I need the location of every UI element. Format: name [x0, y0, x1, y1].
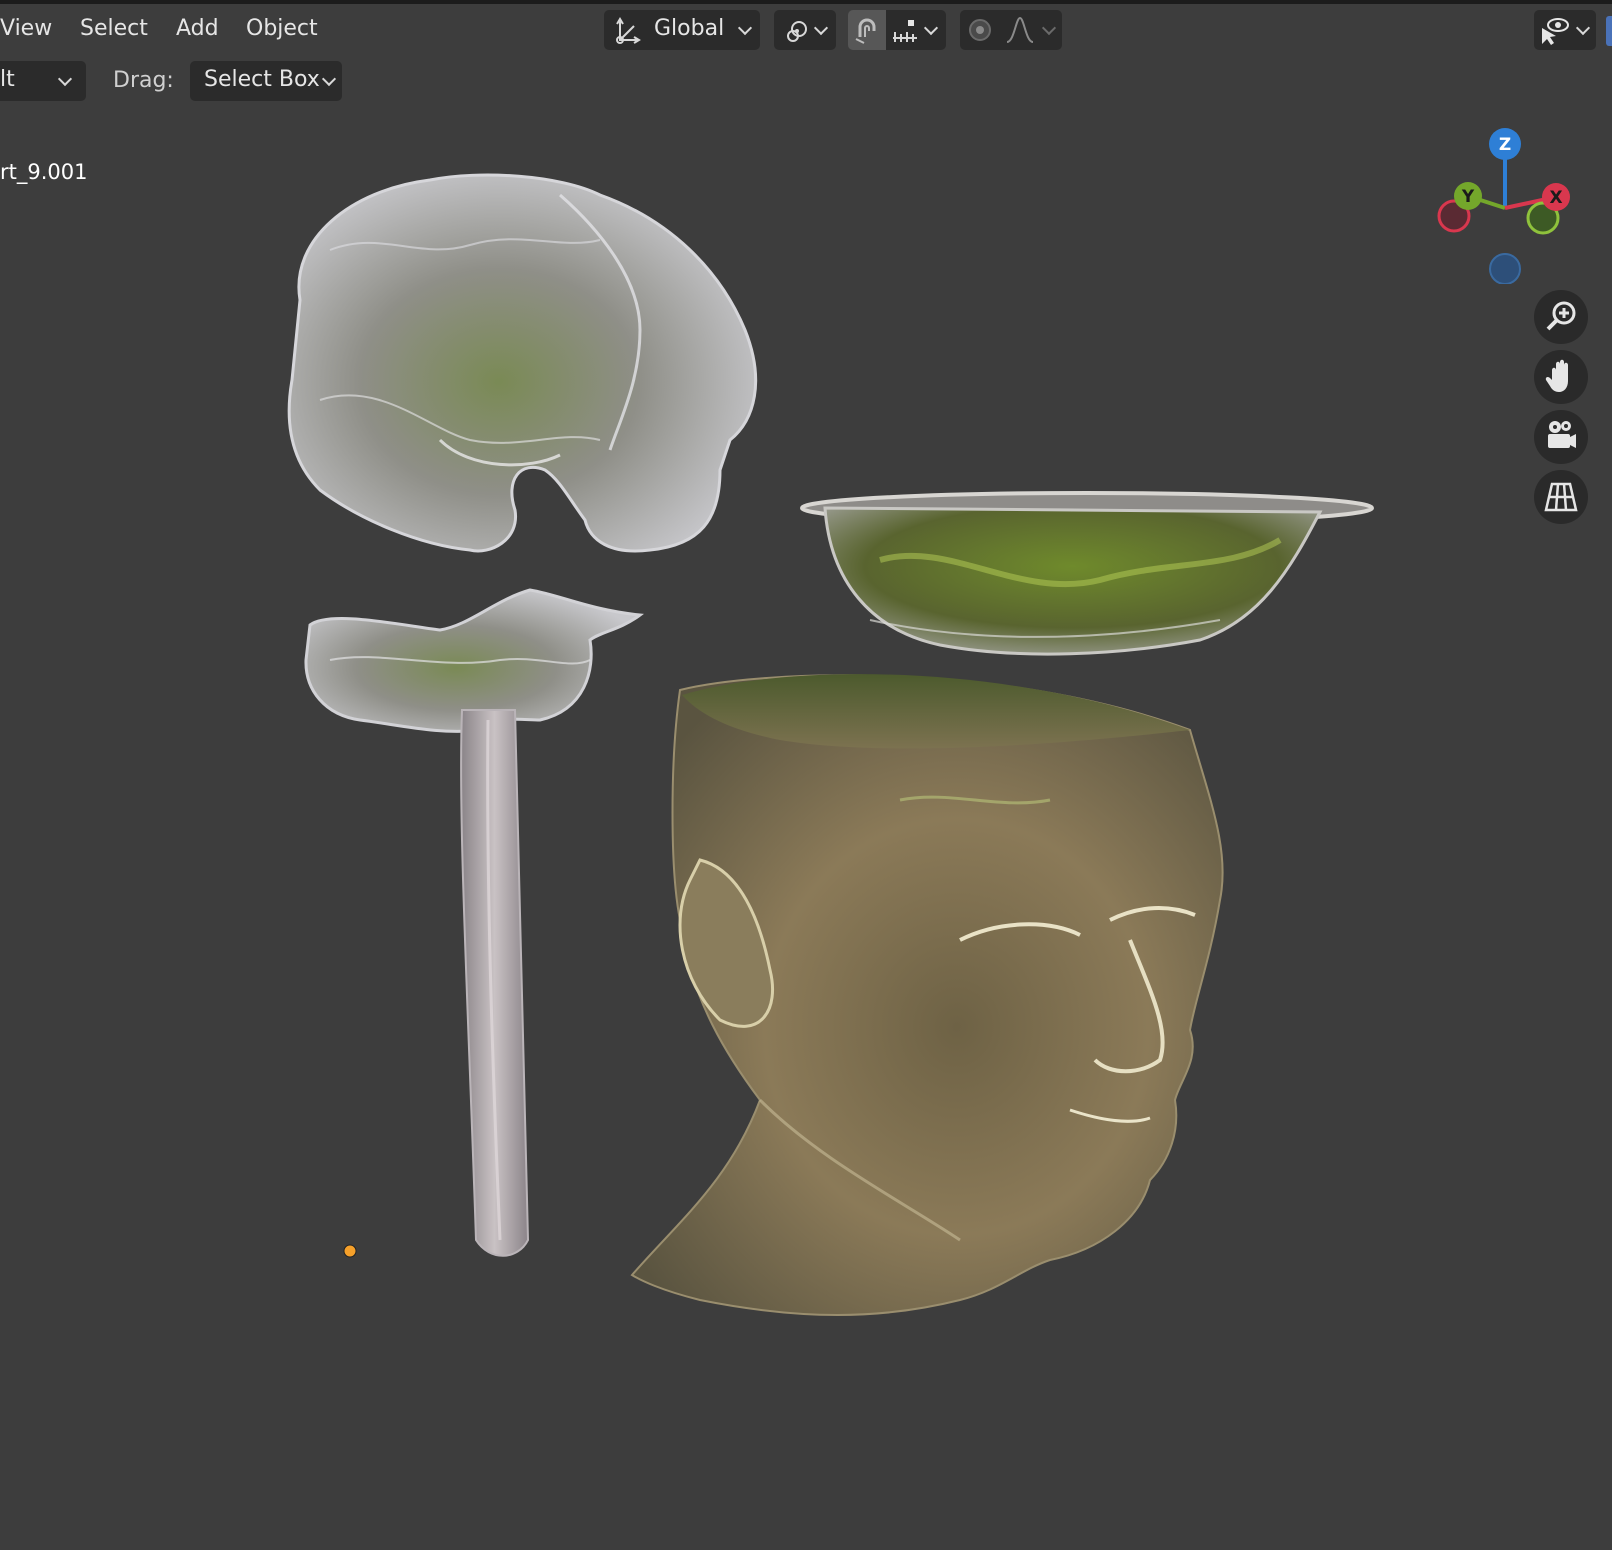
navigation-gizmo[interactable]: Z Y X — [1430, 124, 1570, 284]
brainstem-mesh[interactable] — [304, 588, 644, 1257]
pan-button[interactable] — [1534, 350, 1588, 404]
zoom-icon — [1546, 301, 1576, 331]
y-axis-label: Y — [1461, 187, 1475, 207]
hand-icon — [1545, 359, 1568, 392]
negative-z-axis-icon[interactable] — [1489, 253, 1521, 284]
zoom-button[interactable] — [1534, 290, 1588, 344]
object-origin-dot — [343, 1244, 357, 1258]
brain-mesh[interactable] — [287, 173, 758, 553]
scene-render[interactable] — [0, 0, 1612, 1550]
x-axis-label: X — [1549, 188, 1562, 208]
head-mesh[interactable] — [630, 674, 1224, 1316]
perspective-toggle-button[interactable] — [1534, 470, 1588, 524]
z-axis-label: Z — [1499, 135, 1511, 155]
camera-view-button[interactable] — [1534, 410, 1588, 464]
grid-icon — [1544, 482, 1578, 512]
camera-icon — [1548, 421, 1576, 448]
skull-cap-mesh[interactable] — [800, 491, 1374, 656]
